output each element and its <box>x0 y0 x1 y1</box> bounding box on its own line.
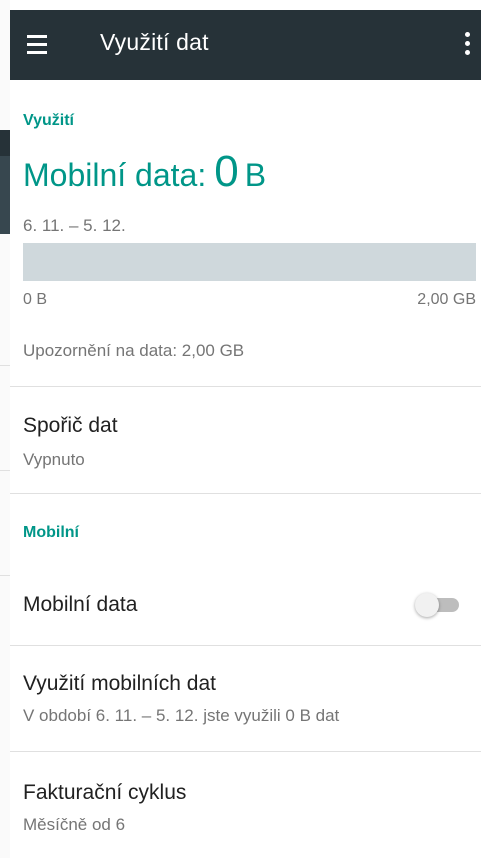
background-window-divider <box>0 470 10 471</box>
screen: Využití dat Využití Mobilní data: 0 B 6. 1… <box>0 0 481 858</box>
divider <box>10 493 481 494</box>
mobile-data-value: 0 <box>214 147 239 196</box>
billing-cycle-title: Fakturační cyklus <box>23 781 187 804</box>
app-toolbar: Využití dat <box>10 10 481 80</box>
mobile-data-label: Mobilní data: <box>23 157 207 193</box>
usage-bar-max-label: 2,00 GB <box>417 291 476 308</box>
mobile-section-header: Mobilní <box>23 524 79 541</box>
mobile-data-usage-summary-text: V období 6. 11. – 5. 12. jste využili 0 … <box>23 706 340 725</box>
page-title: Využití dat <box>100 29 209 55</box>
billing-cycle-summary: Měsíčně od 6 <box>23 815 126 834</box>
data-warning-label[interactable]: Upozornění na data: 2,00 GB <box>23 341 244 361</box>
mobile-data-toggle-label: Mobilní data <box>23 593 138 616</box>
mobile-data-usage-summary: Mobilní data: 0 B <box>23 147 266 197</box>
hamburger-menu-icon[interactable] <box>10 10 80 80</box>
data-usage-screen: Využití dat Využití Mobilní data: 0 B 6. 1… <box>10 0 481 858</box>
divider <box>10 751 481 752</box>
usage-bar-min-label: 0 B <box>23 291 48 308</box>
switch-thumb <box>415 593 439 617</box>
divider <box>10 645 481 646</box>
mobile-data-usage-title: Využití mobilních dat <box>23 672 216 695</box>
background-window-divider <box>0 575 10 576</box>
divider <box>10 386 481 387</box>
more-vert-icon[interactable] <box>451 10 481 80</box>
status-bar-area <box>10 0 481 10</box>
background-window-panel-edge <box>0 156 10 234</box>
mobile-data-unit: B <box>244 157 267 193</box>
background-window-edge <box>0 0 10 858</box>
usage-section-header: Využití <box>23 112 74 129</box>
background-window-toolbar-edge <box>0 130 10 156</box>
mobile-data-switch[interactable] <box>413 592 463 618</box>
data-saver-status: Vypnuto <box>23 450 85 469</box>
data-saver-title: Spořič dat <box>23 414 118 437</box>
background-window-divider <box>0 365 10 366</box>
usage-progress-bar <box>23 243 476 281</box>
usage-period: 6. 11. – 5. 12. <box>23 216 126 235</box>
